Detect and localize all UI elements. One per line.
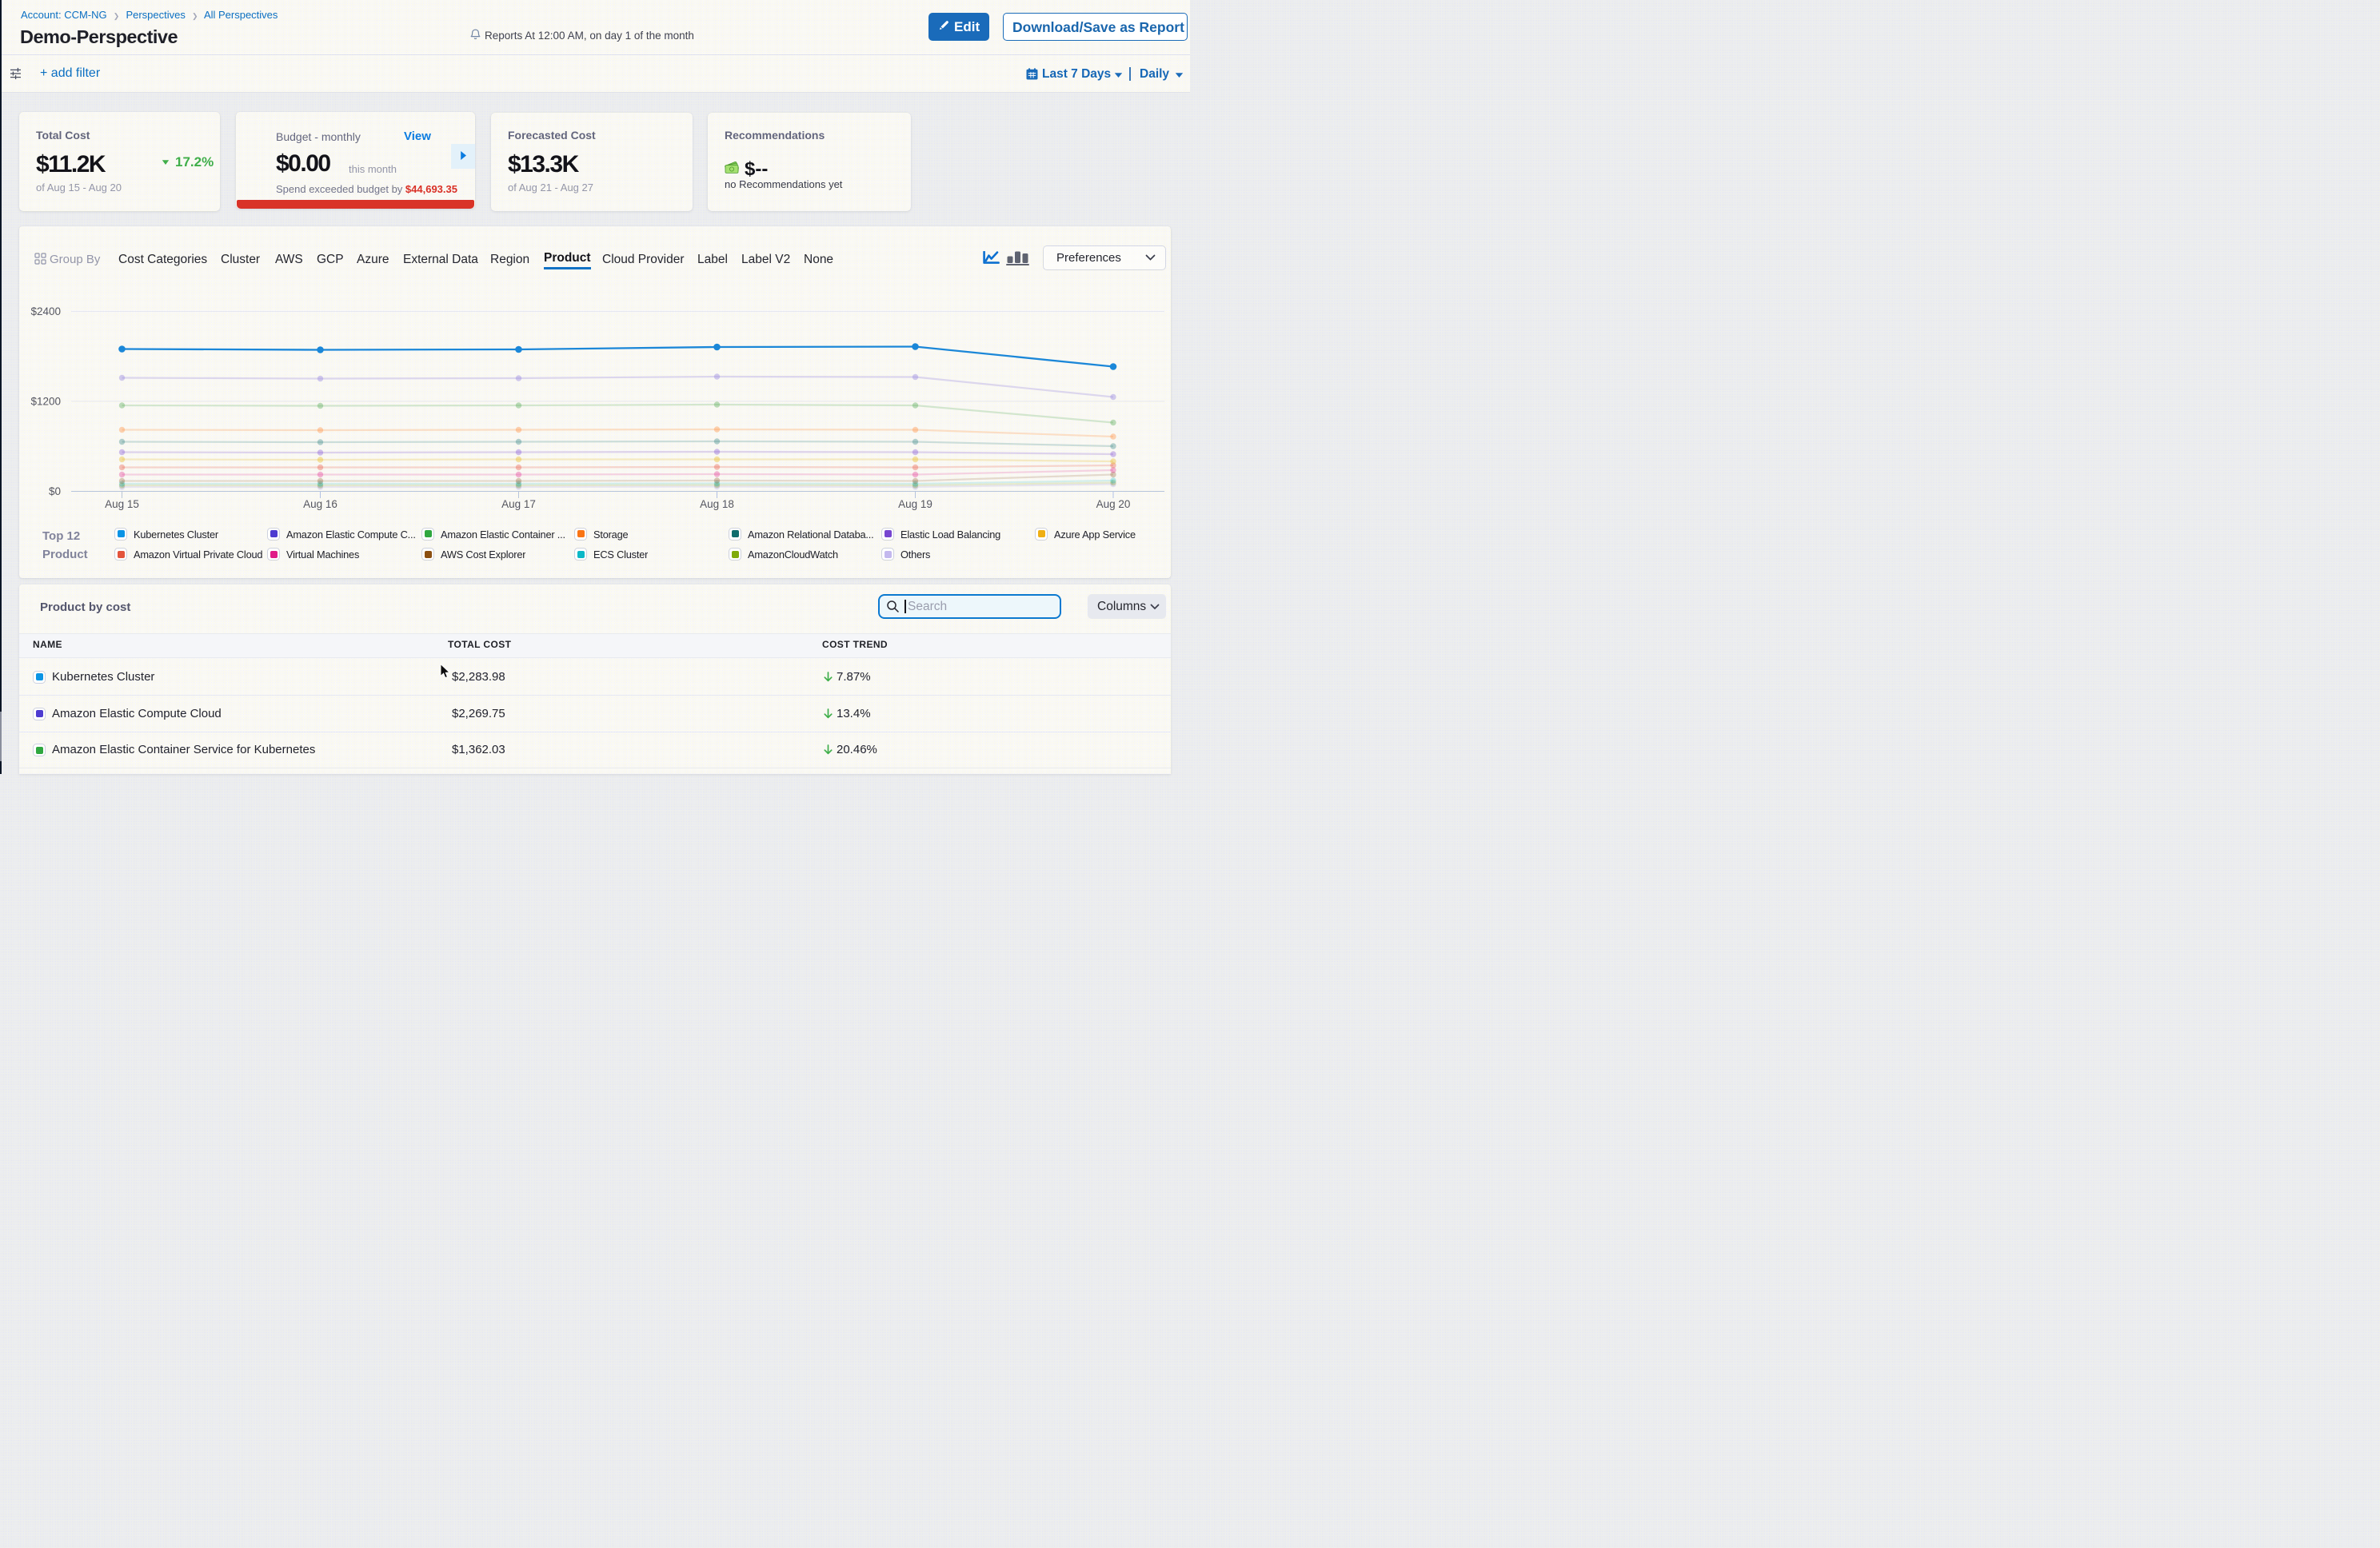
- svg-text:Aug 16: Aug 16: [303, 498, 337, 510]
- svg-text:$0: $0: [49, 485, 61, 497]
- svg-text:Aug 15: Aug 15: [105, 498, 139, 510]
- svg-text:$2400: $2400: [30, 305, 61, 317]
- svg-text:Aug 20: Aug 20: [1096, 498, 1131, 510]
- svg-text:$1200: $1200: [30, 396, 61, 408]
- svg-text:Aug 19: Aug 19: [898, 498, 932, 510]
- svg-text:Aug 18: Aug 18: [700, 498, 734, 510]
- svg-text:Aug 17: Aug 17: [501, 498, 536, 510]
